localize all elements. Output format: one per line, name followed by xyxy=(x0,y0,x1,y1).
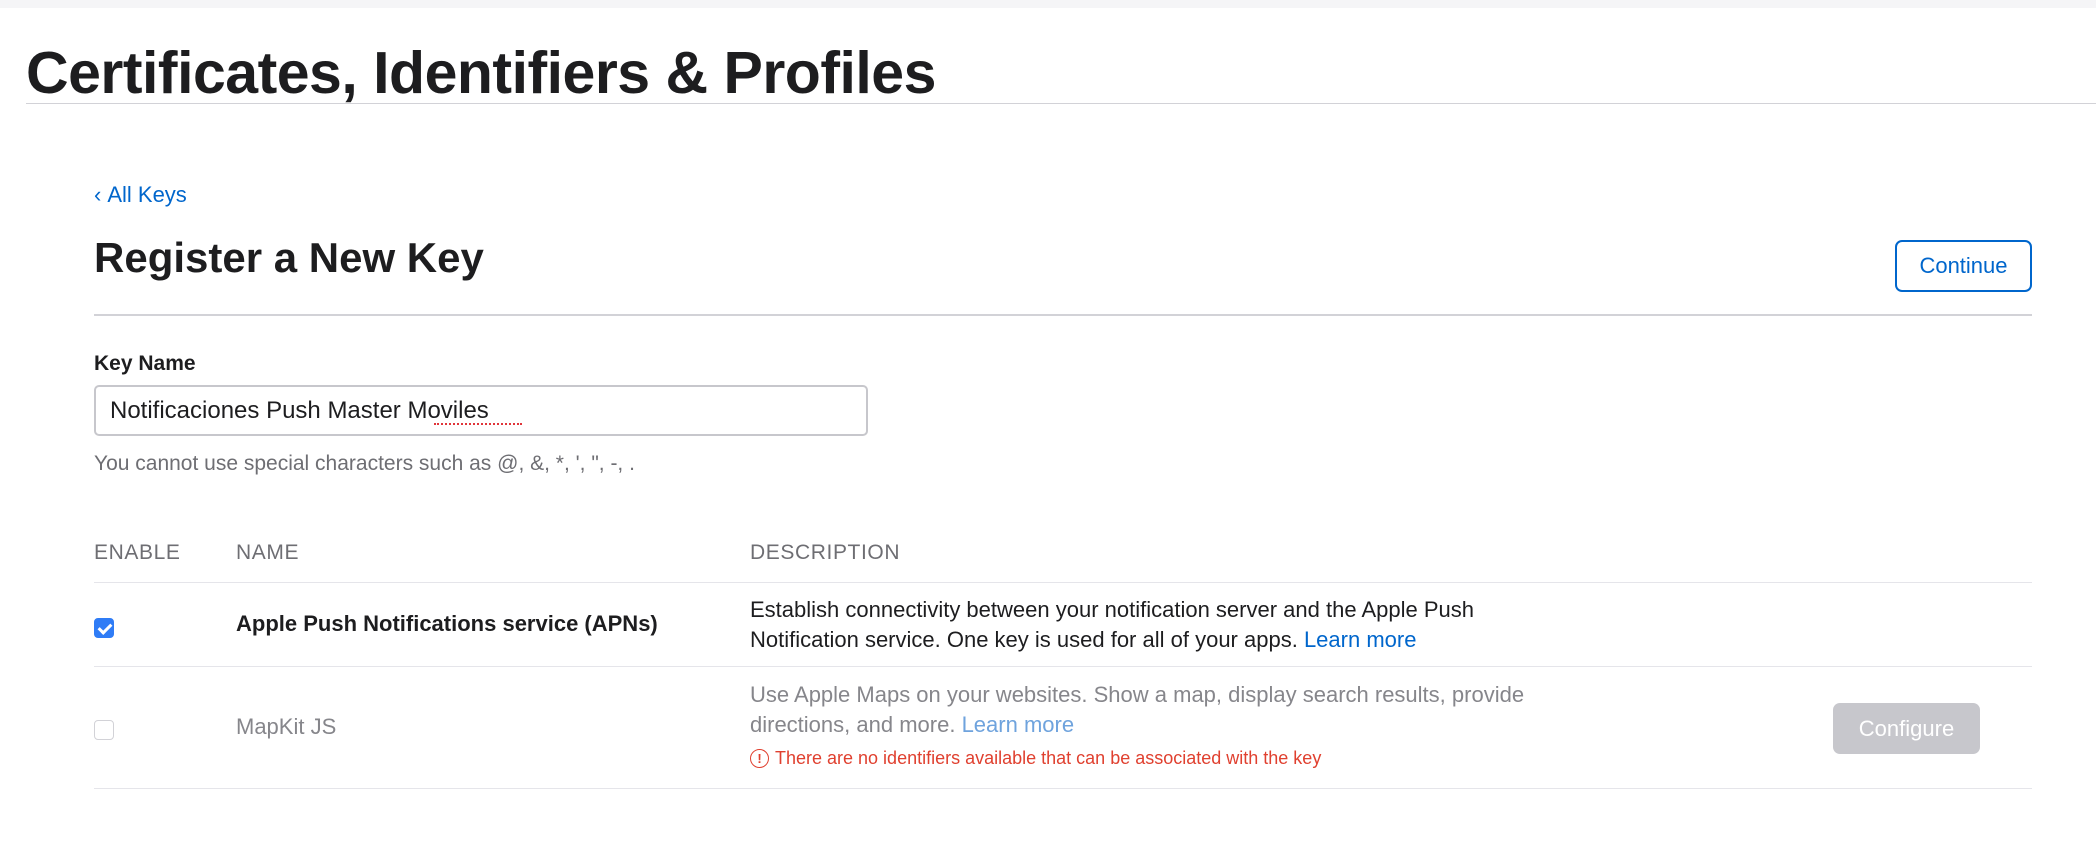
column-header-description: DESCRIPTION xyxy=(750,541,901,564)
apns-enable-checkbox[interactable] xyxy=(94,618,114,638)
apns-learn-more-link[interactable]: Learn more xyxy=(1304,627,1417,652)
apns-service-name: Apple Push Notifications service (APNs) xyxy=(236,611,658,636)
back-link-label: All Keys xyxy=(107,182,187,207)
key-name-input[interactable] xyxy=(94,385,868,436)
mapkit-description-text: Use Apple Maps on your websites. Show a … xyxy=(750,682,1525,737)
header-row-divider xyxy=(94,582,2032,583)
continue-button[interactable]: Continue xyxy=(1895,240,2032,292)
mapkit-configure-button[interactable]: Configure xyxy=(1833,703,1980,754)
apns-description: Establish connectivity between your noti… xyxy=(750,595,1580,655)
top-bar xyxy=(0,0,2096,8)
key-name-label: Key Name xyxy=(94,352,196,375)
row-divider xyxy=(94,666,2032,667)
chevron-left-icon: ‹ xyxy=(94,182,102,207)
mapkit-service-name: MapKit JS xyxy=(236,714,337,739)
row-divider xyxy=(94,788,2032,789)
title-divider xyxy=(26,103,2096,104)
back-to-all-keys-link[interactable]: ‹ All Keys xyxy=(94,180,187,210)
key-name-helper-text: You cannot use special characters such a… xyxy=(94,452,635,475)
warning-icon: ! xyxy=(750,748,769,768)
mapkit-enable-checkbox[interactable] xyxy=(94,720,114,740)
mapkit-warning-text: There are no identifiers available that … xyxy=(775,748,1322,768)
mapkit-learn-more-link[interactable]: Learn more xyxy=(962,712,1075,737)
mapkit-description: Use Apple Maps on your websites. Show a … xyxy=(750,680,1580,740)
page-title: Certificates, Identifiers & Profiles xyxy=(26,40,936,106)
column-header-enable: ENABLE xyxy=(94,541,181,564)
section-divider xyxy=(94,314,2032,316)
mapkit-warning: ! There are no identifiers available tha… xyxy=(750,745,1321,771)
column-header-name: NAME xyxy=(236,541,300,564)
section-title: Register a New Key xyxy=(94,234,484,281)
